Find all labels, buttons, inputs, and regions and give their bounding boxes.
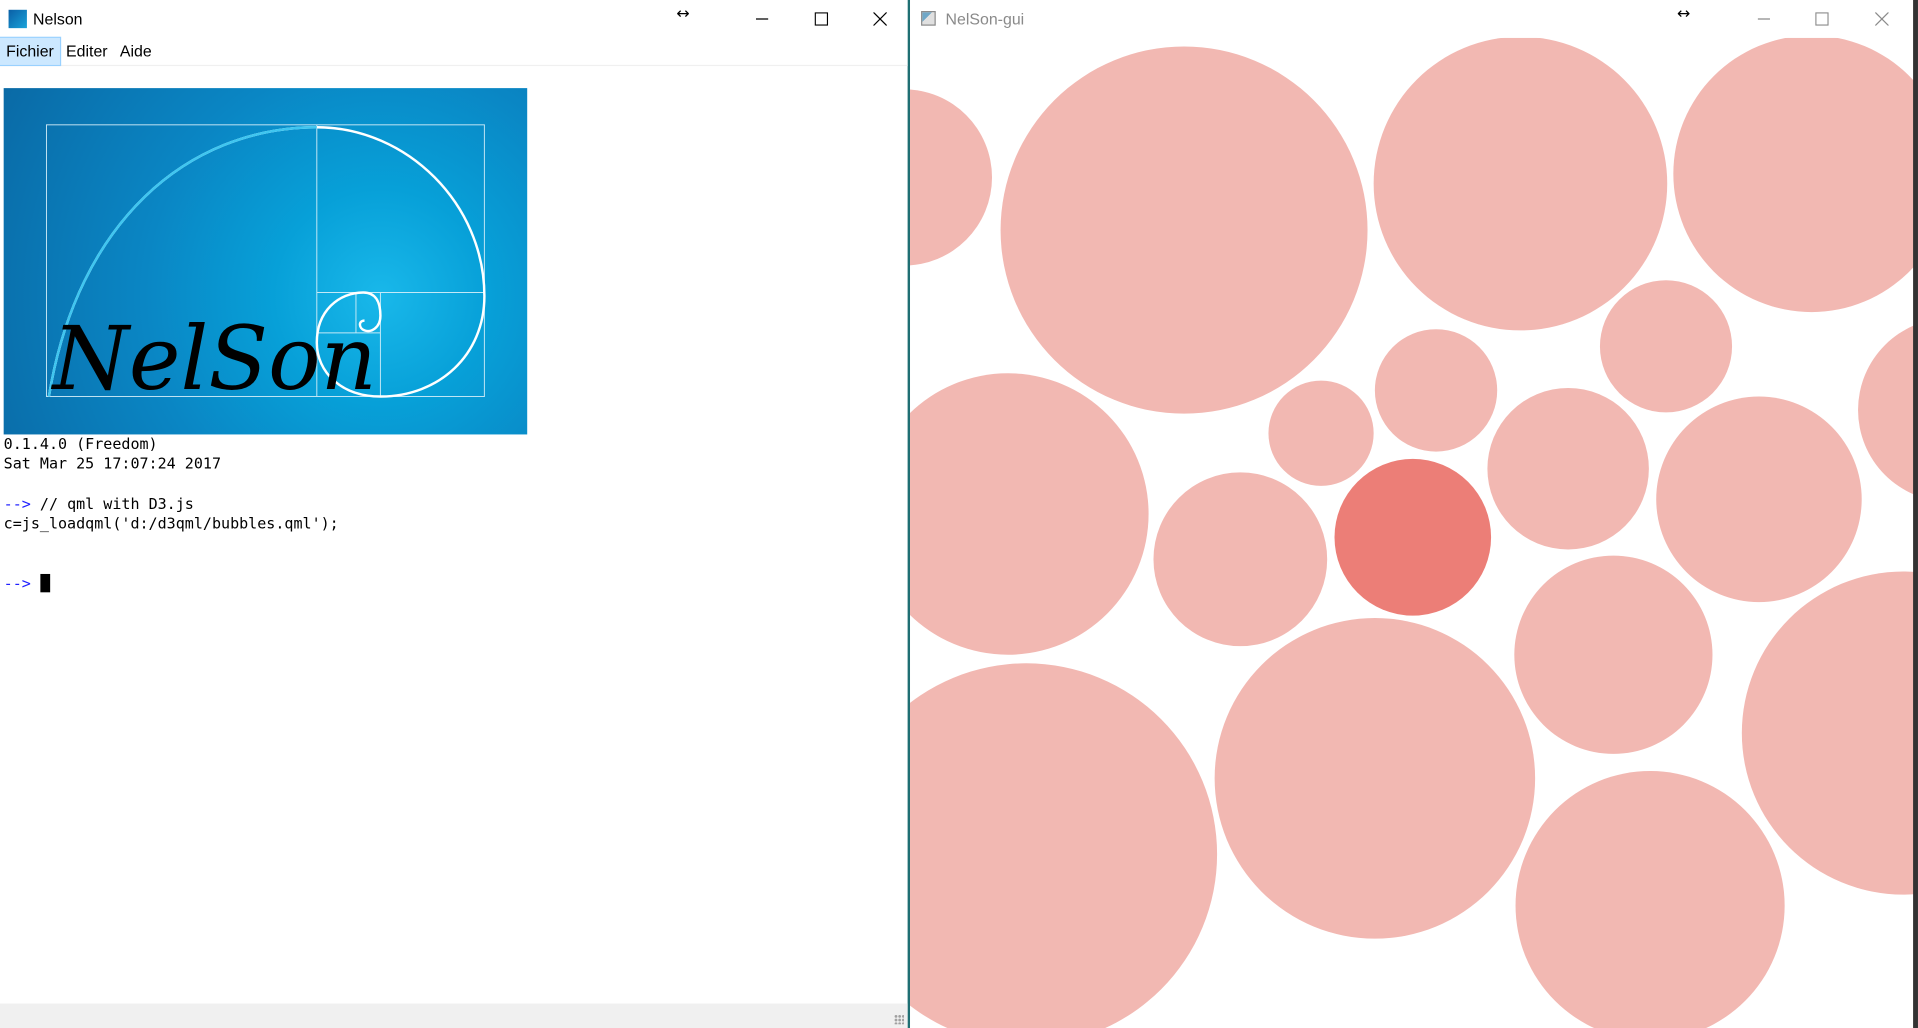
- nelson-gui-app-icon: [921, 11, 936, 26]
- resize-arrows-icon: ↔: [1677, 4, 1691, 24]
- close-button[interactable]: [1853, 0, 1909, 38]
- close-icon: [872, 12, 887, 26]
- window-edge: [1913, 0, 1918, 1028]
- bubble[interactable]: [1514, 555, 1713, 754]
- bubble[interactable]: [1673, 35, 1918, 313]
- nelson-app-icon: [8, 9, 27, 29]
- menu-aide[interactable]: Aide: [114, 38, 158, 65]
- resize-arrows-icon: ↔: [676, 4, 690, 24]
- console-output[interactable]: 0.1.4.0 (Freedom) Sat Mar 25 17:07:24 201…: [4, 434, 903, 594]
- bubble[interactable]: [1000, 46, 1368, 414]
- menu-editer[interactable]: Editer: [60, 38, 114, 65]
- status-bar: [0, 1003, 908, 1028]
- console-prompt-active: -->: [3, 575, 31, 593]
- maximize-button[interactable]: [793, 0, 849, 38]
- bubble[interactable]: [1373, 36, 1668, 331]
- maximize-icon: [1814, 12, 1829, 26]
- bubble[interactable]: [1515, 771, 1785, 1028]
- bubble-chart[interactable]: [910, 0, 1918, 1028]
- bubble[interactable]: [1858, 318, 1918, 502]
- bubble[interactable]: [1268, 380, 1374, 486]
- bubble[interactable]: [1214, 618, 1536, 939]
- maximize-icon: [814, 12, 828, 26]
- maximize-button[interactable]: [1793, 0, 1849, 38]
- bubble[interactable]: [910, 373, 1149, 655]
- minimize-icon: [1757, 18, 1770, 20]
- console-prompt: -->: [3, 495, 31, 513]
- bubble[interactable]: [1487, 387, 1649, 550]
- minimize-button[interactable]: [734, 0, 790, 38]
- command-line: c=js_loadqml('d:/d3qml/bubbles.qml');: [3, 515, 339, 533]
- window-title: NelSon-gui: [945, 9, 1025, 29]
- title-bar[interactable]: Nelson ↔: [0, 0, 908, 38]
- resize-grip-icon[interactable]: [894, 1014, 904, 1025]
- bubble-highlighted[interactable]: [1334, 458, 1492, 616]
- nelson-window: Nelson ↔ Fichier Editer Aide NelSon 0.1.…: [0, 0, 911, 1028]
- text-cursor[interactable]: [39, 574, 50, 593]
- menu-fichier[interactable]: Fichier: [0, 36, 62, 67]
- bubble[interactable]: [1656, 396, 1862, 603]
- bubble[interactable]: [910, 89, 992, 266]
- bubble[interactable]: [1153, 472, 1328, 647]
- minimize-button[interactable]: [1736, 0, 1792, 38]
- minimize-icon: [755, 18, 768, 20]
- logo-text: NelSon: [51, 307, 377, 410]
- title-bar[interactable]: NelSon-gui ↔: [910, 0, 1918, 38]
- close-icon: [1874, 12, 1889, 26]
- window-title: Nelson: [33, 9, 83, 29]
- menu-bar: Fichier Editer Aide: [0, 36, 908, 67]
- close-button[interactable]: [851, 0, 907, 38]
- bubble[interactable]: [1599, 280, 1733, 413]
- comment-line: // qml with D3.js: [30, 495, 194, 513]
- bubble[interactable]: [910, 663, 1218, 1028]
- date-line: Sat Mar 25 17:07:24 2017: [3, 455, 222, 473]
- nelson-logo: NelSon: [3, 88, 528, 435]
- nelson-gui-window: NelSon-gui ↔: [910, 0, 1918, 1028]
- version-line: 0.1.4.0 (Freedom): [3, 435, 158, 453]
- bubble[interactable]: [1374, 329, 1498, 452]
